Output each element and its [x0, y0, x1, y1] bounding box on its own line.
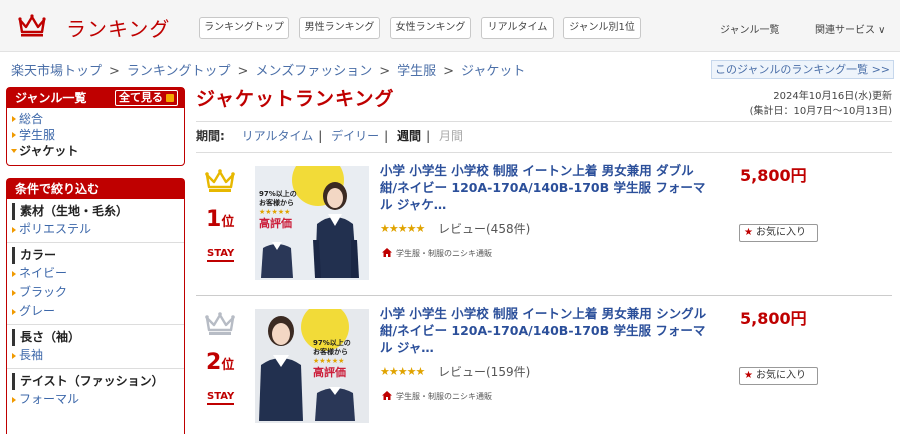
thumbnail-badge: 97%以上の お客様から ★★★★★ 高評価 [313, 339, 351, 379]
add-to-favorites-button[interactable]: ★ お気に入り [739, 367, 818, 385]
shop-link[interactable]: 学生服・制服のニシキ通販 [382, 390, 492, 402]
filter-group-sleeve: 長さ（袖） [12, 329, 184, 346]
product-price: 5,800円 [740, 166, 807, 185]
thumbnail-badge: 97%以上の お客様から ★★★★★ 高評価 [259, 190, 297, 230]
site-title[interactable]: ランキング [66, 13, 170, 42]
site-header: ランキング ランキングトップ 男性ランキング 女性ランキング リアルタイム ジャ… [0, 0, 900, 52]
review-count-link[interactable]: レビュー(458件) [438, 220, 530, 237]
updated-date: 2024年10月16日(水)更新 [773, 91, 892, 102]
genre-list-header: ジャンル一覧 全て見る [7, 88, 184, 108]
product-title-link[interactable]: 小学 小学生 小学校 制服 イートン上着 男女兼用 ダブル 紺/ネイビー 120… [380, 162, 710, 213]
filter-item-polyester[interactable]: ポリエステル [7, 220, 184, 239]
related-services-dropdown[interactable]: 関連サービス ∨ [815, 21, 886, 36]
filter-item-navy[interactable]: ネイビー [7, 264, 184, 283]
shop-home-icon [382, 391, 392, 400]
filter-group-taste: テイスト（ファッション） [12, 373, 184, 390]
product-title-link[interactable]: 小学 小学生 小学校 制服 イートン上着 男女兼用 シングル 紺/ネイビー 12… [380, 305, 710, 356]
shop-home-icon [382, 248, 392, 257]
aggregation-period: (集計日：10月7日〜10月13日) [749, 106, 892, 117]
rank-number: 1位 [206, 207, 235, 232]
filter-group-material: 素材（生地・毛糸） [12, 203, 184, 220]
genre-item-school-uniform[interactable]: 学生服 [7, 127, 184, 143]
tab-daily[interactable]: デイリー [331, 129, 379, 143]
tab-weekly: 週間 [397, 129, 422, 143]
ranking-item: 1位 STAY 97%以上の お客様から ★★★★★ 高評価 小学 小学生 小学… [196, 153, 892, 296]
page-title: ジャケットランキング [196, 88, 395, 110]
filter-item-black[interactable]: ブラック [7, 283, 184, 302]
tab-ranking-top[interactable]: ランキングトップ [199, 17, 289, 39]
period-selector: 期間: リアルタイム | デイリー | 週間 | 月間 [196, 121, 892, 153]
breadcrumb-separator: > [443, 64, 455, 79]
arrow-square-icon [166, 94, 174, 102]
crown-logo-icon[interactable] [18, 13, 46, 37]
star-icon: ★ [744, 227, 753, 238]
filter-item-gray[interactable]: グレー [7, 302, 184, 321]
genre-list-title: ジャンル一覧 [15, 91, 87, 105]
star-icon: ★ [744, 370, 753, 381]
breadcrumb-separator: > [237, 64, 249, 79]
breadcrumb-item[interactable]: メンズファッション [255, 64, 372, 79]
tab-realtime[interactable]: リアルタイム [481, 17, 554, 39]
rank-status: STAY [207, 248, 235, 262]
update-info: 2024年10月16日(水)更新 (集計日：10月7日〜10月13日) [750, 89, 892, 119]
breadcrumb-item[interactable]: 学生服 [397, 64, 436, 79]
product-thumbnail[interactable]: 97%以上の お客様から ★★★★★ 高評価 [255, 166, 369, 280]
breadcrumb-item[interactable]: ジャケット [461, 64, 525, 79]
rating-stars: ★★★★★ [380, 222, 425, 235]
breadcrumb-item[interactable]: ランキングトップ [127, 64, 231, 79]
breadcrumb-separator: > [379, 64, 391, 79]
breadcrumb: 楽天市場トップ > ランキングトップ > メンズファッション > 学生服 > ジャケット [11, 60, 525, 79]
rank-status: STAY [207, 391, 235, 405]
filter-panel: 条件で絞り込む 素材（生地・毛糸） ポリエステル カラー ネイビー ブラック グ… [6, 178, 185, 434]
silver-crown-icon [205, 312, 235, 335]
filter-group-color: カラー [12, 247, 184, 264]
gold-crown-icon [205, 169, 235, 192]
rank-number: 2位 [206, 350, 235, 375]
product-price: 5,800円 [740, 309, 807, 328]
page-edge [900, 0, 910, 434]
rating-stars: ★★★★★ [380, 365, 425, 378]
tab-genre-first[interactable]: ジャンル別1位 [563, 17, 641, 39]
period-label: 期間: [196, 129, 225, 143]
tab-monthly: 月間 [438, 129, 463, 143]
filter-item-formal[interactable]: フォーマル [7, 390, 184, 409]
see-all-button[interactable]: 全て見る [115, 90, 178, 106]
genre-ranking-list-button[interactable]: このジャンルのランキング一覧 >> [711, 60, 894, 79]
breadcrumb-item[interactable]: 楽天市場トップ [11, 64, 102, 79]
genre-item-jacket: ジャケット [7, 143, 184, 159]
ranking-item: 2位 STAY 97%以上の お客様から ★★★★★ 高評価 小学 小学生 小学… [196, 296, 892, 434]
genre-list-link-header[interactable]: ジャンル一覧 [720, 21, 780, 36]
shop-link[interactable]: 学生服・制服のニシキ通販 [382, 247, 492, 259]
filter-item-long-sleeve[interactable]: 長袖 [7, 346, 184, 365]
tab-realtime-period[interactable]: リアルタイム [242, 129, 314, 143]
add-to-favorites-button[interactable]: ★ お気に入り [739, 224, 818, 242]
tab-female-ranking[interactable]: 女性ランキング [390, 17, 471, 39]
tab-male-ranking[interactable]: 男性ランキング [299, 17, 380, 39]
filter-panel-title: 条件で絞り込む [7, 179, 184, 199]
breadcrumb-separator: > [109, 64, 120, 79]
review-count-link[interactable]: レビュー(159件) [438, 363, 530, 380]
genre-item-all[interactable]: 総合 [7, 111, 184, 127]
genre-list-panel: ジャンル一覧 全て見る 総合 学生服 ジャケット [6, 87, 185, 166]
product-thumbnail[interactable]: 97%以上の お客様から ★★★★★ 高評価 [255, 309, 369, 423]
